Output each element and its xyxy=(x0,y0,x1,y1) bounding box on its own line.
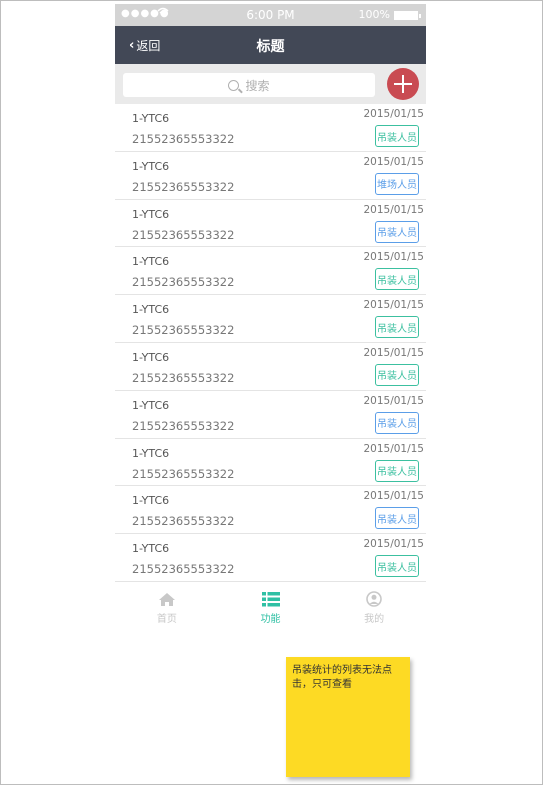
item-date: 2015/01/15 xyxy=(363,108,424,120)
tab-profile[interactable]: 我的 xyxy=(322,582,426,634)
role-badge: 吊装人员 xyxy=(375,555,419,578)
navigation-bar: ‹ 返回 标题 xyxy=(115,26,426,64)
item-code: 21552365553322 xyxy=(132,466,235,481)
list-item: 1-YTC6 21552365553322 2015/01/15 吊装人员 xyxy=(115,104,426,152)
list-item: 1-YTC6 21552365553322 2015/01/15 吊装人员 xyxy=(115,295,426,343)
item-name: 1-YTC6 xyxy=(132,207,170,221)
item-date: 2015/01/15 xyxy=(363,346,424,359)
status-bar: ●●●●● 6:00 PM 100% xyxy=(115,4,426,26)
tab-home-label: 首页 xyxy=(156,613,177,625)
item-code: 21552365553322 xyxy=(132,227,235,242)
record-list: 1-YTC6 21552365553322 2015/01/15 吊装人员 1-YTC6… xyxy=(115,104,426,582)
item-date: 2015/01/15 xyxy=(363,299,424,312)
tab-home[interactable]: 首页 xyxy=(115,582,219,634)
role-badge: 吊装人员 xyxy=(375,220,419,243)
item-date: 2015/01/15 xyxy=(363,442,424,455)
home-icon xyxy=(158,592,175,606)
item-date: 2015/01/15 xyxy=(363,538,424,551)
item-code: 21552365553322 xyxy=(132,132,235,146)
role-badge: 吊装人员 xyxy=(375,507,419,530)
role-badge: 吊装人员 xyxy=(375,125,419,147)
list-item: 1-YTC6 21552365553322 2015/01/15 吊装人员 xyxy=(115,247,426,296)
item-code: 21552365553322 xyxy=(132,323,235,338)
role-badge: 吊装人员 xyxy=(375,268,419,291)
role-badge: 吊装人员 xyxy=(375,411,419,434)
item-code: 21552365553322 xyxy=(132,275,235,290)
item-code: 21552365553322 xyxy=(132,418,235,433)
item-name: 1-YTC6 xyxy=(132,350,170,364)
role-badge: 吊装人员 xyxy=(375,363,419,386)
list-item: 1-YTC6 21552365553322 2015/01/15 吊装人员 xyxy=(115,486,426,535)
item-date: 2015/01/15 xyxy=(363,490,424,503)
list-item: 1-YTC6 21552365553322 2015/01/15 吊装人员 xyxy=(115,390,426,439)
item-name: 1-YTC6 xyxy=(132,303,170,317)
item-name: 1-YTC6 xyxy=(132,159,170,173)
role-badge: 吊装人员 xyxy=(375,316,419,339)
tab-bar: 首页 功能 我的 xyxy=(115,582,426,634)
item-code: 21552365553322 xyxy=(132,179,235,194)
item-name: 1-YTC6 xyxy=(132,398,170,412)
item-name: 1-YTC6 xyxy=(132,112,170,125)
item-code: 21552365553322 xyxy=(132,514,235,529)
list-item: 1-YTC6 21552365553322 2015/01/15 吊装人员 xyxy=(115,438,426,487)
item-name: 1-YTC6 xyxy=(132,446,170,460)
item-date: 2015/01/15 xyxy=(363,251,424,264)
battery-icon xyxy=(394,11,421,20)
list-item: 1-YTC6 21552365553322 2015/01/15 堆场人员 xyxy=(115,151,426,200)
search-icon xyxy=(228,79,240,91)
item-name: 1-YTC6 xyxy=(132,494,170,508)
search-bar: 搜索 xyxy=(115,64,426,104)
list-icon xyxy=(261,591,280,606)
add-button[interactable] xyxy=(387,68,419,100)
role-badge: 堆场人员 xyxy=(375,172,419,195)
role-badge: 吊装人员 xyxy=(375,459,419,482)
search-placeholder: 搜索 xyxy=(245,78,270,93)
list-item: 1-YTC6 21552365553322 2015/01/15 吊装人员 xyxy=(115,199,426,248)
battery-percent: 100% xyxy=(358,8,390,21)
item-date: 2015/01/15 xyxy=(363,394,424,407)
list-item: 1-YTC6 21552365553322 2015/01/15 吊装人员 xyxy=(115,534,426,582)
phone-screen: ●●●●● 6:00 PM 100% ‹ 返回 标题 搜索 1-YTC6 2155… xyxy=(115,4,426,634)
tab-functions[interactable]: 功能 xyxy=(219,582,323,634)
item-name: 1-YTC6 xyxy=(132,542,170,556)
item-code: 21552365553322 xyxy=(132,562,235,577)
annotation-sticky-note: 吊装统计的列表无法点击，只可查看 xyxy=(286,657,410,777)
user-icon xyxy=(366,591,382,607)
item-date: 2015/01/15 xyxy=(363,155,424,168)
tab-profile-label: 我的 xyxy=(364,614,385,625)
tab-functions-label: 功能 xyxy=(260,613,281,625)
item-date: 2015/01/15 xyxy=(363,203,424,216)
item-code: 21552365553322 xyxy=(132,370,235,385)
page-title: 标题 xyxy=(256,39,285,55)
list-item: 1-YTC6 21552365553322 2015/01/15 吊装人员 xyxy=(115,342,426,391)
item-name: 1-YTC6 xyxy=(132,255,170,269)
search-input[interactable]: 搜索 xyxy=(123,73,375,97)
